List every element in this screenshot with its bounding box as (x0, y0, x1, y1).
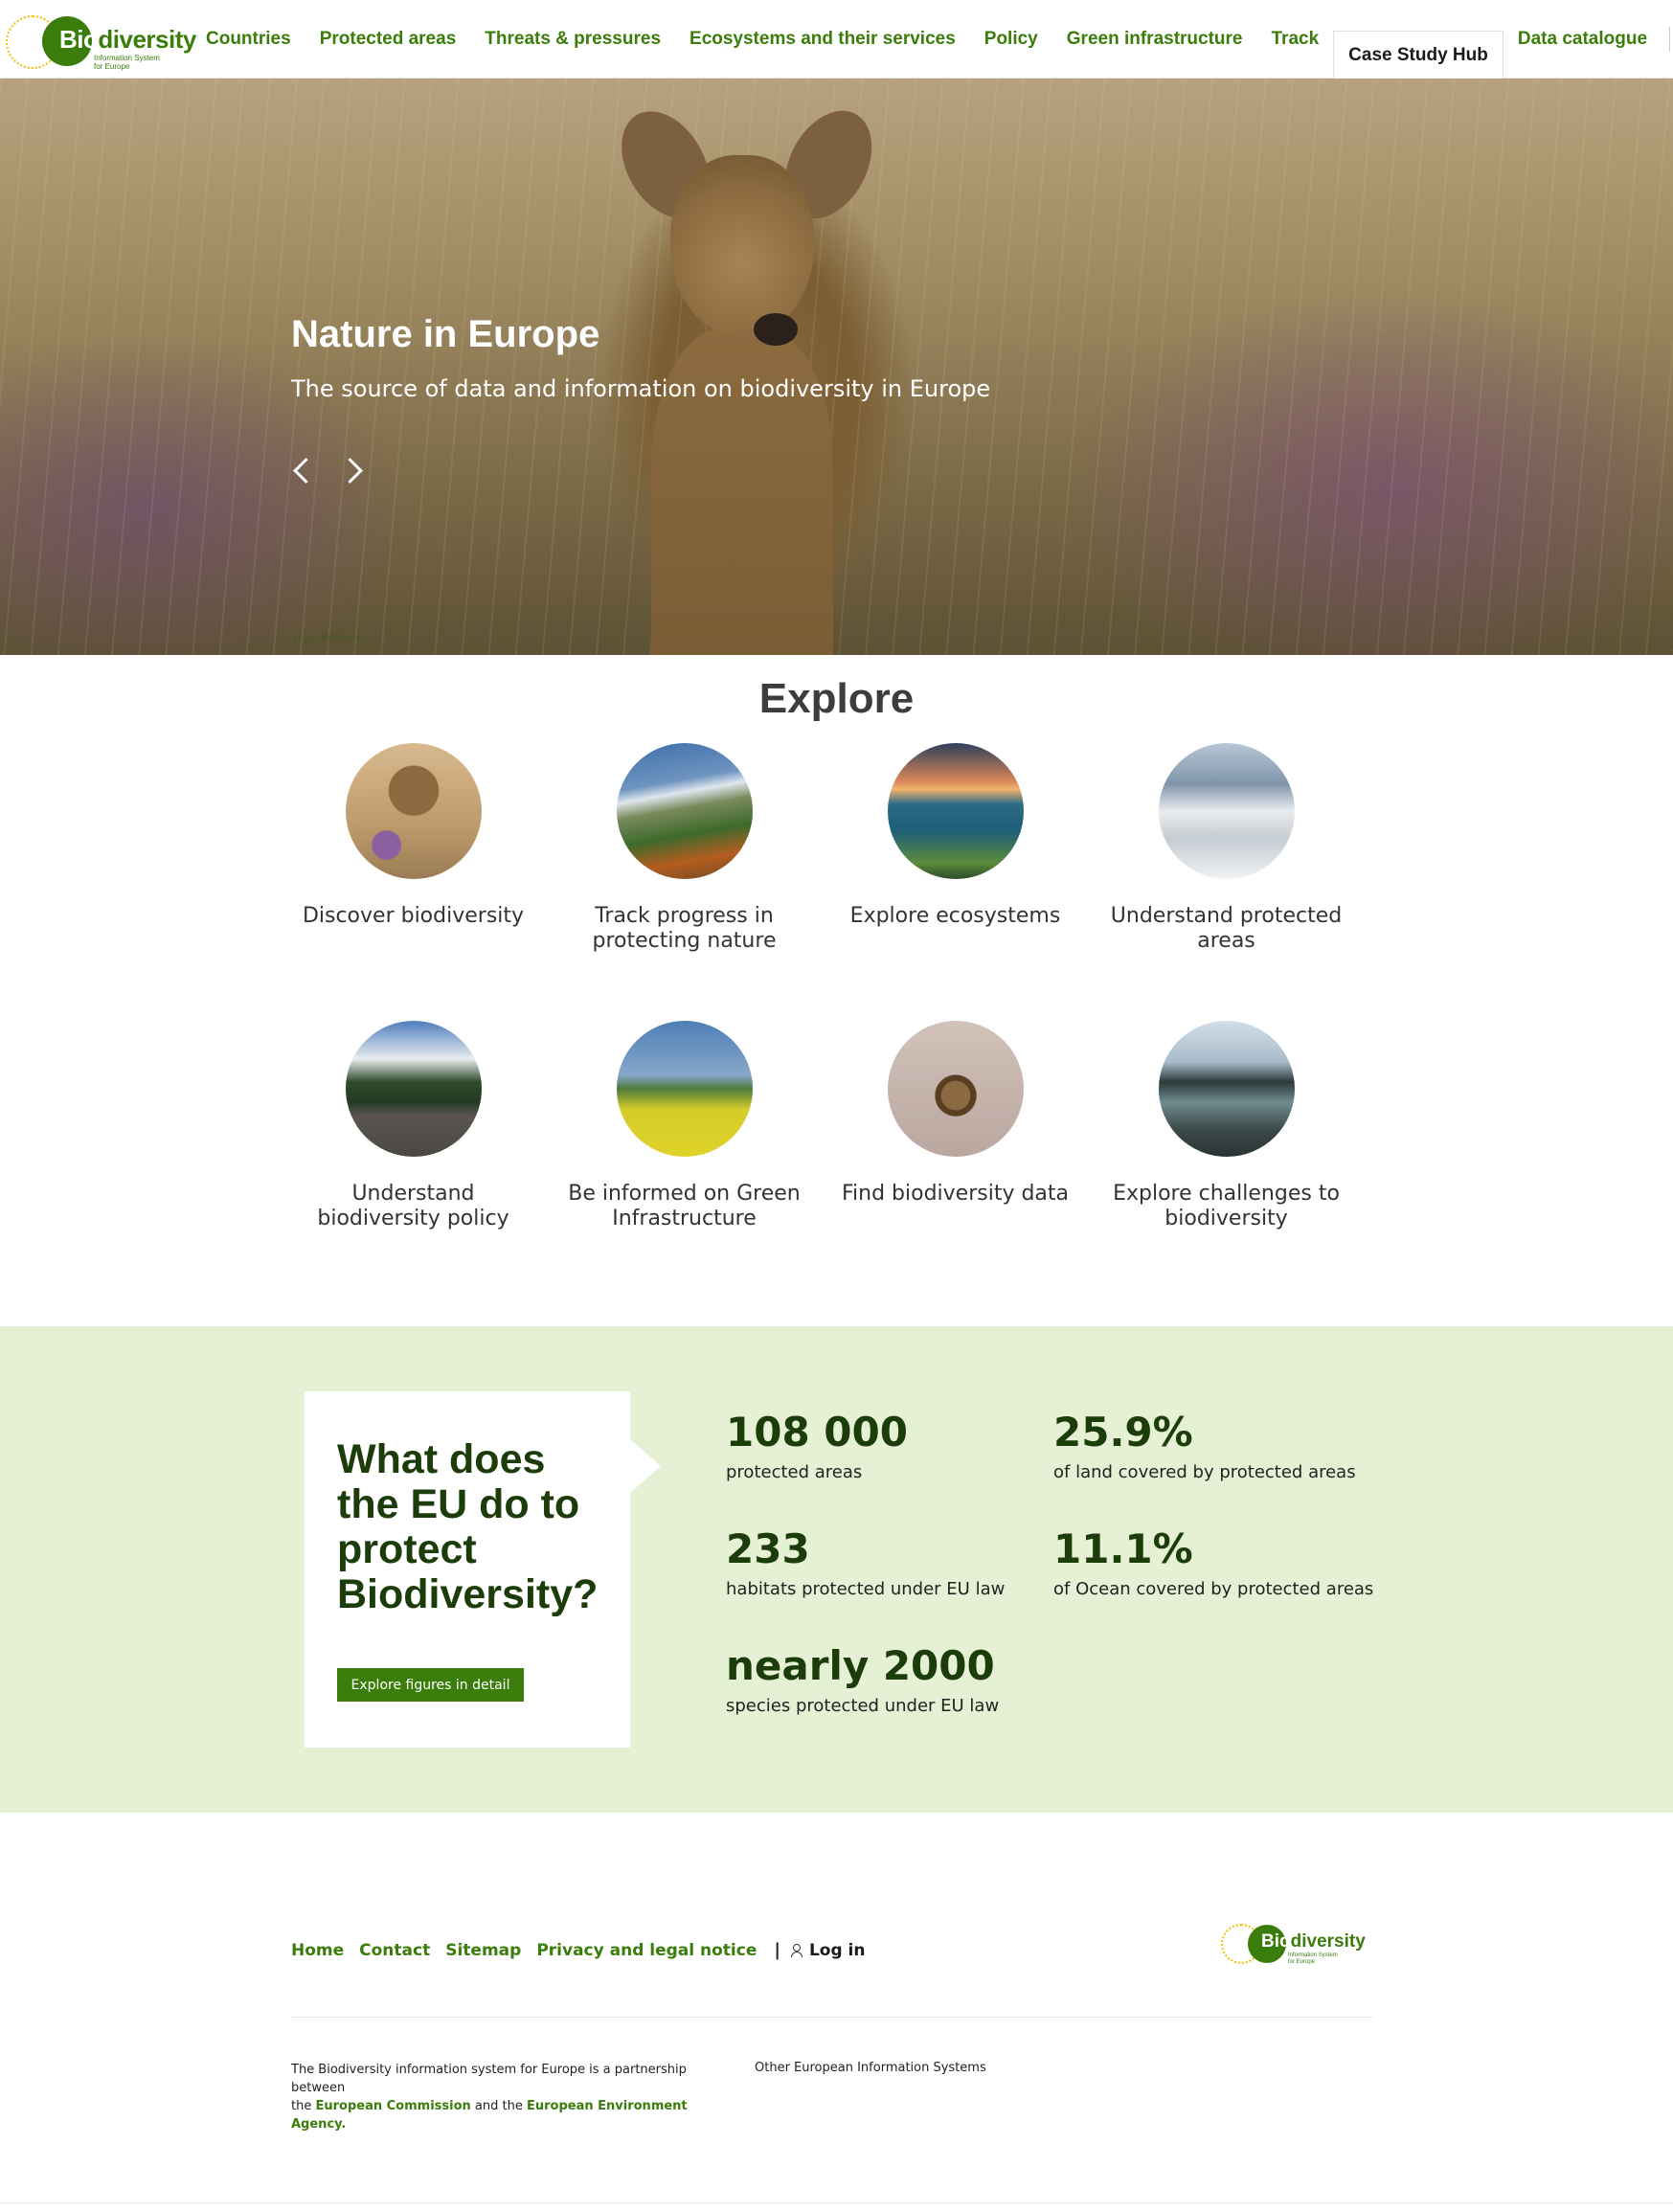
explore-image-mountains (616, 743, 753, 879)
logo-wordmark: Biodiversity (59, 25, 196, 54)
stat-value: 108 000 (726, 1409, 908, 1456)
chevron-right-icon[interactable] (337, 452, 368, 490)
user-icon (790, 1943, 803, 1957)
explore-image-mountain-road (345, 1021, 482, 1157)
main-nav: Countries Protected areas Threats & pres… (192, 0, 1673, 79)
footer-biodiversity-logo[interactable]: Biodiversity Information System for Euro… (1221, 1920, 1366, 1966)
hero-title: Nature in Europe (291, 313, 600, 355)
stat-value: 11.1% (1053, 1525, 1193, 1572)
explore-card-find-data[interactable]: Find biodiversity data (820, 1021, 1091, 1268)
nav-threats-pressures[interactable]: Threats & pressures (470, 0, 675, 79)
nav-protected-areas[interactable]: Protected areas (305, 0, 471, 79)
explore-image-mountain-lake (1158, 1021, 1295, 1157)
eu-stats-section: What does the EU do to protect Biodivers… (0, 1326, 1673, 1813)
nav-countries[interactable]: Countries (192, 0, 305, 79)
explore-card-challenges[interactable]: Explore challenges to biodiversity (1091, 1021, 1362, 1268)
hero-subtitle: The source of data and information on bi… (291, 375, 991, 402)
nav-case-study-hub[interactable]: Case Study Hub (1333, 31, 1503, 79)
explore-card-label: Explore challenges to biodiversity (1113, 1182, 1340, 1230)
stat-label: of land covered by protected areas (1053, 1462, 1356, 1482)
footer-divider (291, 2017, 1373, 2018)
stat-habitats: 233 habitats protected under EU law (726, 1525, 1006, 1600)
explore-card-track-progress[interactable]: Track progress in protecting nature (549, 743, 820, 990)
stat-label: of Ocean covered by protected areas (1053, 1579, 1374, 1599)
logo-wordmark: Biodiversity (1261, 1931, 1366, 1952)
biodiversity-logo[interactable]: Biodiversity Information System for Euro… (6, 11, 196, 71)
footer-link-privacy[interactable]: Privacy and legal notice (536, 1941, 757, 1960)
other-information-systems: Other European Information Systems (755, 2061, 986, 2075)
explore-card-discover-biodiversity[interactable]: Discover biodiversity (278, 743, 549, 990)
explore-card-protected-areas[interactable]: Understand protected areas (1091, 743, 1362, 990)
nav-divider (1669, 27, 1671, 52)
explore-image-yellow-field (616, 1021, 753, 1157)
explore-figures-button[interactable]: Explore figures in detail (337, 1668, 524, 1702)
hero-deer-nose (754, 313, 798, 346)
explore-card-label: Understand protected areas (1110, 904, 1343, 953)
hero-deer-head (670, 155, 814, 337)
site-header: Biodiversity Information System for Euro… (0, 0, 1673, 79)
nav-track[interactable]: Track (1257, 0, 1334, 79)
explore-title: Explore (758, 675, 915, 722)
partner-text: and the (474, 2099, 523, 2113)
footer-separator: | (774, 1940, 780, 1960)
explore-image-clouds-valley (1158, 743, 1295, 879)
nav-green-infrastructure[interactable]: Green infrastructure (1052, 0, 1257, 79)
european-commission-link[interactable]: European Commission (315, 2099, 470, 2113)
explore-card-green-infrastructure[interactable]: Be informed on Green Infrastructure (549, 1021, 820, 1268)
explore-image-snake (887, 1021, 1024, 1157)
footer-link-contact[interactable]: Contact (359, 1941, 430, 1960)
stat-value: 233 (726, 1525, 810, 1572)
explore-grid: Discover biodiversity Track progress in … (278, 743, 1369, 1268)
explore-image-sea-coast (887, 743, 1024, 879)
hero-banner: Nature in Europe The source of data and … (0, 79, 1673, 655)
stat-ocean-coverage: 11.1% of Ocean covered by protected area… (1053, 1525, 1374, 1600)
explore-image-roe-deer (345, 743, 482, 879)
explore-card-label: Find biodiversity data (841, 1182, 1070, 1206)
explore-card-label: Be informed on Green Infrastructure (568, 1182, 801, 1230)
page-bottom-divider (0, 2202, 1673, 2203)
partner-text: the (291, 2099, 312, 2113)
explore-card-label: Track progress in protecting nature (592, 904, 777, 953)
logo-subtitle: Information System for Europe (94, 54, 160, 71)
stat-value: 25.9% (1053, 1409, 1193, 1456)
stat-protected-areas: 108 000 protected areas (726, 1409, 908, 1483)
logo-subtitle: Information System for Europe (1288, 1952, 1338, 1965)
explore-card-explore-ecosystems[interactable]: Explore ecosystems (820, 743, 1091, 990)
eu-question-card: What does the EU do to protect Biodivers… (305, 1391, 630, 1748)
eu-question-heading: What does the EU do to protect Biodivers… (337, 1436, 599, 1617)
nav-policy[interactable]: Policy (970, 0, 1052, 79)
login-link[interactable]: Log in (809, 1941, 866, 1960)
explore-card-label: Understand biodiversity policy (317, 1182, 509, 1230)
footer-partnership-text: The Biodiversity information system for … (291, 2061, 722, 2133)
card-pointer (630, 1439, 661, 1493)
nav-data-catalogue[interactable]: Data catalogue (1503, 0, 1662, 79)
footer-nav: Home Contact Sitemap Privacy and legal n… (291, 1940, 865, 1960)
footer-link-sitemap[interactable]: Sitemap (445, 1941, 521, 1960)
stat-label: protected areas (726, 1462, 863, 1482)
stat-label: habitats protected under EU law (726, 1579, 1006, 1599)
explore-card-biodiversity-policy[interactable]: Understand biodiversity policy (278, 1021, 549, 1268)
partner-text: The Biodiversity information system for … (291, 2063, 687, 2095)
footer-link-home[interactable]: Home (291, 1941, 344, 1960)
stat-land-coverage: 25.9% of land covered by protected areas (1053, 1409, 1356, 1483)
nav-ecosystems[interactable]: Ecosystems and their services (675, 0, 970, 79)
stat-species: nearly 2000 species protected under EU l… (726, 1642, 1000, 1717)
stat-value: nearly 2000 (726, 1642, 995, 1689)
explore-card-label: Discover biodiversity (302, 904, 525, 928)
photo-credit: © Jiri Paukert (291, 632, 362, 644)
explore-card-label: Explore ecosystems (849, 904, 1061, 928)
stat-label: species protected under EU law (726, 1696, 1000, 1716)
chevron-left-icon[interactable] (287, 452, 318, 490)
